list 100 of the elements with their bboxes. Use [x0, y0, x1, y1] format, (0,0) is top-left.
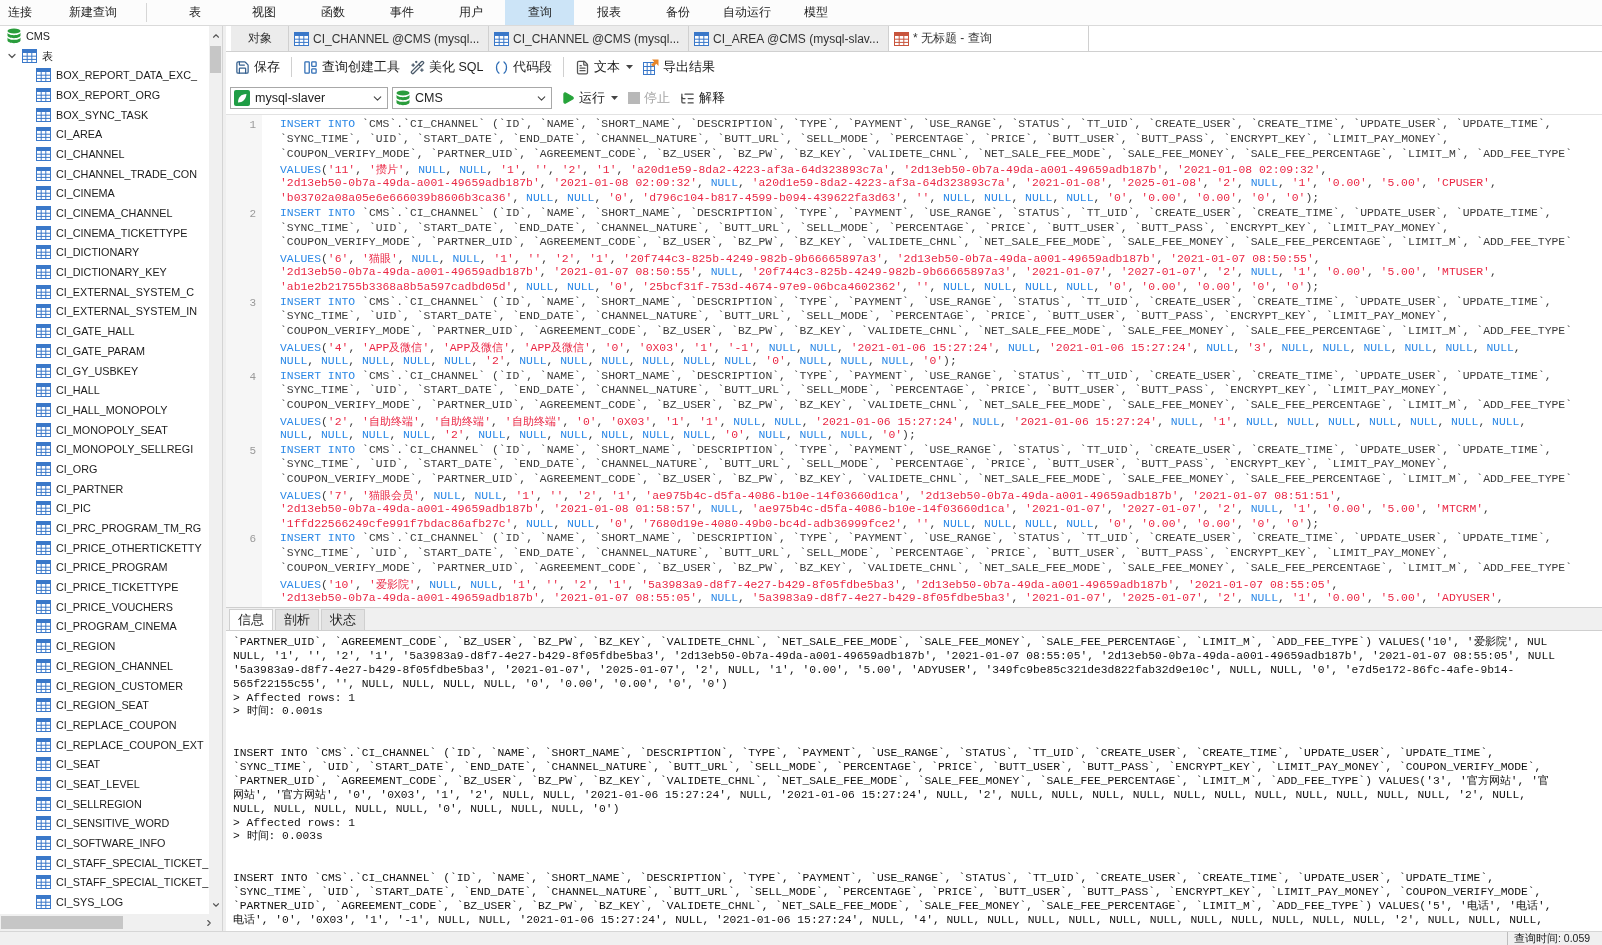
- tree-item[interactable]: CI_GATE_PARAM: [56, 343, 145, 358]
- menu-item[interactable]: 函数: [298, 0, 367, 25]
- menu-item[interactable]: 用户: [436, 0, 505, 25]
- menu-item[interactable]: 表: [160, 0, 229, 25]
- menu-item[interactable]: 视图: [229, 0, 298, 25]
- tree-item[interactable]: CI_CINEMA_CHANNEL: [56, 206, 173, 221]
- tab[interactable]: CI_AREA @CMS (mysql-slav...: [689, 26, 889, 51]
- code-line: VALUES('4', 'APP及微信', 'APP及微信', 'APP及微信', '0', '0X03', '1', '-1', NULL, NULL, '2021-01-06 15:27:24', NULL, '2021-01-06 15:27:24', NULL, '3', NULL, NULL, NULL, NULL, NULL, NULL,: [280, 340, 1521, 355]
- tree-item[interactable]: CI_GY_USBKEY: [56, 363, 139, 378]
- database-select[interactable]: CMS: [392, 87, 552, 109]
- tree-item[interactable]: CI_DICTIONARY_KEY: [56, 265, 167, 280]
- line-number: 1: [249, 118, 256, 133]
- code-line: '2d13eb50-0b7a-49da-a001-49659adb187b', '2021-01-07 08:55:05', NULL, '5a3983a9-d8f7-4e27-b429-8f05fdbe5ba3', '2021-01-07', '2025-01-07', '2', NULL, '1', '0.00', '5.00', 'ADYUSER',: [280, 591, 1504, 606]
- tab[interactable]: 剖析: [275, 609, 319, 630]
- tree-item[interactable]: CI_PRICE_VOUCHERS: [56, 599, 173, 614]
- toolbar-button[interactable]: 文本: [569, 55, 638, 79]
- tree-item[interactable]: CI_SEAT: [56, 757, 101, 772]
- tree-item[interactable]: CI_SOFTWARE_INFO: [56, 836, 166, 851]
- tree-item[interactable]: CI_CINEMA_TICKETTYPE: [56, 225, 188, 240]
- menu-item[interactable]: 备份: [643, 0, 712, 25]
- tree-item[interactable]: CI_HALL: [56, 383, 100, 398]
- tree-item[interactable]: CI_SELLREGION: [56, 796, 142, 811]
- code-line: 'b03702a08a05e6e666039b8606b3ca36', NULL, NULL, '0', 'd796c104-b817-4599-b094-439622fa3d63', '', NULL, NULL, NULL, NULL, '0', '0.00', '0.00', '0', '0');: [280, 192, 1320, 206]
- menu-item[interactable]: 事件: [367, 0, 436, 25]
- tree-item[interactable]: CI_REGION_CHANNEL: [56, 658, 173, 673]
- tab[interactable]: CI_CHANNEL @CMS (mysql...: [489, 26, 689, 51]
- menu-item[interactable]: 新建查询: [40, 0, 146, 25]
- tree-item[interactable]: CI_CHANNEL: [56, 146, 125, 161]
- table-icon: [36, 225, 51, 240]
- code-line: VALUES('2', '自助终端', '自助终端', '自助终端', '0', '0X03', '1', '1', NULL, NULL, '2021-01-06 15:27:24', NULL, '2021-01-06 15:27:24', NULL, '1', NULL, NULL, NULL, NULL, NULL, NULL, NULL,: [280, 414, 1527, 429]
- line-number: 4: [249, 369, 256, 385]
- tree-item[interactable]: CI_PROGRAM_CINEMA: [56, 619, 177, 634]
- toolbar-button[interactable]: 查询创建工具: [298, 55, 405, 79]
- tree-item[interactable]: CI_STAFF_SPECIAL_TICKET_: [56, 875, 209, 890]
- chevron-up-icon[interactable]: [210, 31, 221, 41]
- tree-item[interactable]: CI_SEAT_LEVEL: [56, 776, 140, 791]
- connection-select[interactable]: mysql-slaver: [230, 87, 388, 109]
- toolbar-button[interactable]: 解释: [675, 86, 730, 110]
- tree-item[interactable]: CI_MONOPOLY_SEAT: [56, 422, 168, 437]
- table-icon: [36, 383, 51, 398]
- line-number: 2: [249, 206, 256, 222]
- tree-item[interactable]: CI_REPLACE_COUPON: [56, 717, 177, 732]
- tree-item[interactable]: BOX_SYNC_TASK: [56, 107, 149, 122]
- tree-item[interactable]: CI_REGION_SEAT: [56, 698, 149, 713]
- tree-item[interactable]: CI_PRC_PROGRAM_TM_RG: [56, 521, 202, 536]
- tree-item[interactable]: CI_HALL_MONOPOLY: [56, 402, 168, 417]
- tree-item[interactable]: CI_EXTERNAL_SYSTEM_C: [56, 284, 194, 299]
- tree-item[interactable]: CI_REGION: [56, 639, 116, 654]
- log-line: `PARTNER_UID`, `AGREEMENT_CODE`, `BZ_USER`, `BZ_PW`, `BZ_KEY`, `VALIDETE_CHNL`, `NET_SALE_FEE_MODE`, `SALE_FEE_MONEY`, `SALE_FEE_PERCENTAGE`, `LIMIT_M`, `ADD_FEE_TYPE`) VALUES('3', '官方网站', '官: [233, 774, 1549, 789]
- chevron-down-icon[interactable]: [210, 900, 221, 910]
- tab[interactable]: 信息: [229, 609, 273, 630]
- menu-item[interactable]: 模型: [781, 0, 850, 25]
- menu-item[interactable]: 报表: [574, 0, 643, 25]
- chevron-right-icon[interactable]: [204, 917, 214, 928]
- tree-item[interactable]: CI_STAFF_SPECIAL_TICKET_: [56, 855, 209, 870]
- tree-item[interactable]: CI_GATE_HALL: [56, 324, 135, 339]
- tree-item[interactable]: CI_AREA: [56, 127, 103, 142]
- tree-item[interactable]: CI_CHANNEL_TRADE_CON: [56, 166, 197, 181]
- toolbar-button[interactable]: 美化 SQL: [405, 55, 489, 79]
- tree-item[interactable]: CI_CINEMA: [56, 186, 115, 201]
- toolbar-button[interactable]: 代码段: [488, 55, 557, 79]
- tree-item[interactable]: CI_PARTNER: [56, 481, 124, 496]
- tab[interactable]: CI_CHANNEL @CMS (mysql...: [289, 26, 489, 51]
- scrollbar-thumb[interactable]: [210, 46, 221, 73]
- toolbar-button[interactable]: 运行: [556, 86, 623, 110]
- tree-item[interactable]: CI_SYS_LOG: [56, 895, 124, 910]
- table-icon: [36, 343, 51, 358]
- tree-item[interactable]: BOX_REPORT_ORG: [56, 87, 161, 102]
- tree-item[interactable]: BOX_REPORT_DATA_EXC_: [56, 68, 197, 83]
- code-line: INSERT INTO `CMS`.`CI_CHANNEL` (`ID`, `NAME`, `SHORT_NAME`, `DESCRIPTION`, `TYPE`, `PAYMENT`, `USE_RANGE`, `STATUS`, `TT_UID`, `CREATE_USER`, `CREATE_TIME`, `UPDATE_USER`, `UPDATE_TIME`,: [280, 369, 1552, 384]
- scrollbar[interactable]: [0, 914, 222, 931]
- tree-item[interactable]: CI_EXTERNAL_SYSTEM_IN: [56, 304, 197, 319]
- tree-item[interactable]: CI_PRICE_PROGRAM: [56, 560, 168, 575]
- code-line: `COUPON_VERIFY_MODE`, `PARTNER_UID`, `AGREEMENT_CODE`, `BZ_USER`, `BZ_PW`, `BZ_KEY`, `VALIDETE_CHNL`, `NET_SALE_FEE_MODE`, `SALE_FEE_MONEY`, `SALE_FEE_PERCENTAGE`, `LIMIT_M`, `ADD_FEE_TYPE`: [280, 325, 1572, 340]
- tree-item[interactable]: CI_PRICE_OTHERTICKETTY: [56, 540, 202, 555]
- scrollbar-thumb[interactable]: [1, 916, 123, 929]
- tree-item[interactable]: CI_PRICE_TICKETTYPE: [56, 580, 179, 595]
- table-icon: [36, 619, 51, 634]
- table-icon: [36, 363, 51, 378]
- scrollbar[interactable]: [209, 26, 222, 914]
- tree-item[interactable]: CI_DICTIONARY: [56, 245, 140, 260]
- tree-item[interactable]: 表: [41, 48, 53, 63]
- toolbar-button[interactable]: 保存: [230, 55, 285, 79]
- tree-item[interactable]: CI_REGION_CUSTOMER: [56, 678, 183, 693]
- table-icon: [36, 324, 51, 339]
- menu-item[interactable]: 自动运行: [712, 0, 781, 25]
- toolbar-button[interactable]: 导出结果: [637, 55, 720, 79]
- tree-item[interactable]: CI_SENSITIVE_WORD: [56, 816, 170, 831]
- tree-item[interactable]: CI_REPLACE_COUPON_EXT: [56, 737, 204, 752]
- code-line: VALUES('7', '猫眼会员', NULL, NULL, '1', '', '2', '1', 'ae975b4c-d5fa-4086-b10e-14f03660d1ca', '2d13eb50-0b7a-49da-a001-49659adb187b', '2021-01-07 08:51:51',: [280, 488, 1343, 503]
- tree-item[interactable]: CMS: [26, 28, 50, 43]
- menu-item[interactable]: 连接: [0, 0, 40, 25]
- menu-item[interactable]: 查询: [505, 0, 574, 25]
- tree-item[interactable]: CI_ORG: [56, 461, 98, 476]
- sql-editor[interactable]: [226, 114, 1602, 607]
- tree-item[interactable]: CI_MONOPOLY_SELLREGI: [56, 442, 194, 457]
- tree-item[interactable]: CI_PIC: [56, 501, 91, 516]
- tab[interactable]: 状态: [321, 609, 365, 630]
- tab[interactable]: 对象: [231, 26, 289, 51]
- log-line: `SYNC_TIME`, `UID`, `START_DATE`, `END_DATE`, `CHANNEL_NATURE`, `BUTT_URL`, `SELL_MODE`, `PERCENTAGE`, `PRICE`, `BUTT_USER`, `BUTT_PASS`, `ENCRYPT_KEY`, `LIMIT_PAY_MONEY`, `COUPON_VERIFY_MODE`,: [233, 761, 1542, 775]
